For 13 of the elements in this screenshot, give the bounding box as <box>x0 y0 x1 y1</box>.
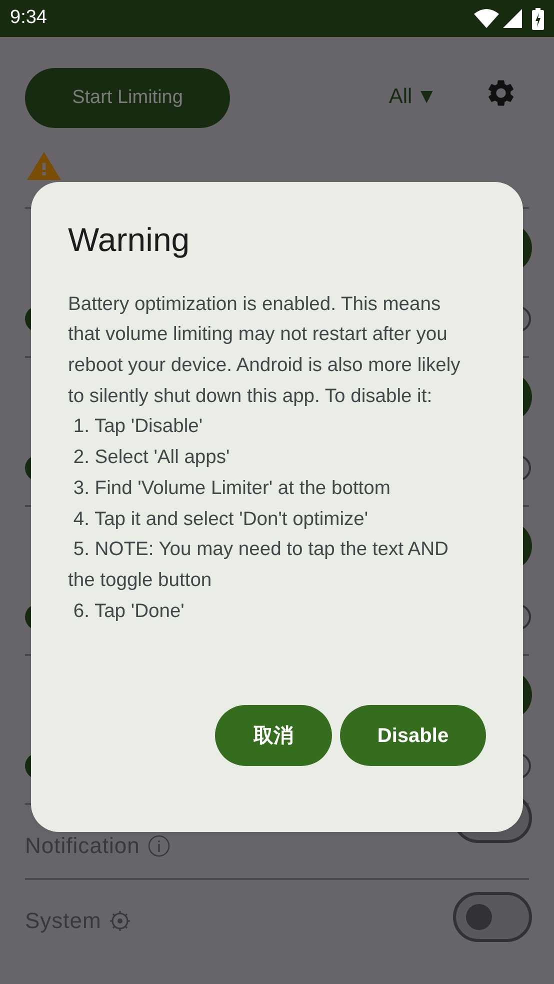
dialog-message: Battery optimization is enabled. This means that volume limiting may not restart after you reboot your device. Android is also more likely to silently shut down this app. To disable it: 1. Tap 'Disable' 2. Select 'All apps' 3. Find 'Volume Limiter' at the bottom 4. Tap it and select 'Don't optimize' 5. NOTE: You may need to tap the text AND the toggle button 6. Tap 'Done' <box>68 292 462 624</box>
warning-icon <box>27 152 61 180</box>
status-time: 9:34 <box>10 6 47 30</box>
battery-icon <box>532 8 544 30</box>
info-icon <box>148 834 170 856</box>
signal-icon <box>503 9 522 28</box>
dialog-title: Warning <box>68 220 191 260</box>
cancel-button[interactable]: 取消 <box>215 705 332 766</box>
toggle-switch[interactable] <box>453 892 532 942</box>
disable-button[interactable]: Disable <box>340 705 486 766</box>
wifi-icon <box>474 9 499 28</box>
gear-icon <box>109 910 132 932</box>
start-limiting-button[interactable]: Start Limiting <box>25 68 230 128</box>
